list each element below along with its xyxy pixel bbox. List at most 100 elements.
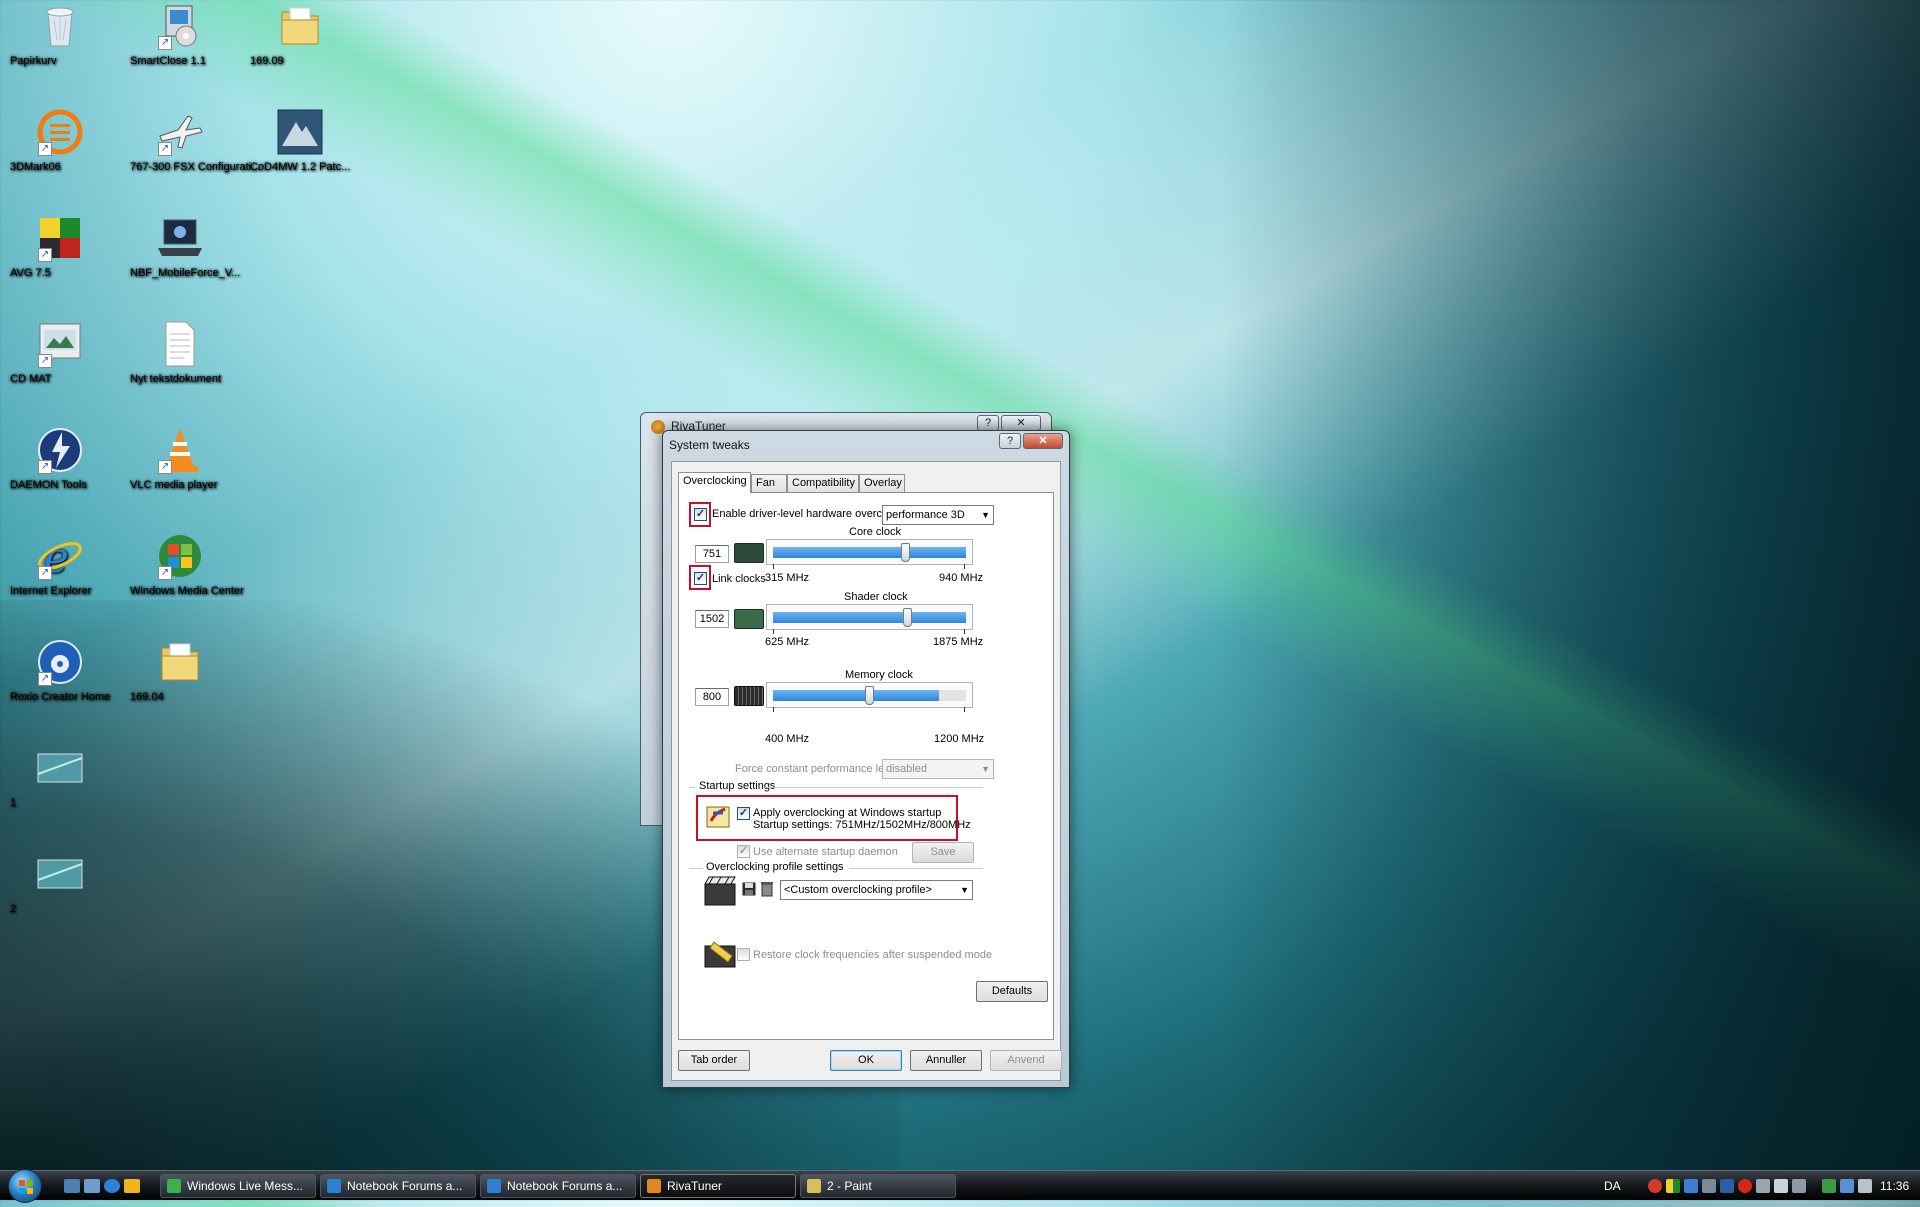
shader-clock-value[interactable]: 1502: [695, 610, 729, 628]
overclocking-panel: ✓ Enable driver-level hardware overclock…: [678, 492, 1054, 1040]
recycle-bin-icon: [36, 2, 84, 50]
core-clock-min: 315 MHz: [765, 572, 810, 584]
apply-button[interactable]: Anvend: [990, 1050, 1062, 1071]
taskbar-button-messenger[interactable]: Windows Live Mess...: [160, 1174, 316, 1198]
slider-tick: [773, 564, 774, 569]
desktop-icon-vlc[interactable]: ↗ VLC media player: [130, 426, 230, 491]
defaults-button[interactable]: Defaults: [976, 981, 1048, 1002]
switch-windows-icon[interactable]: [84, 1179, 100, 1193]
rivatuner-tray-icon[interactable]: [1738, 1179, 1752, 1193]
tab-compatibility[interactable]: Compatibility: [787, 474, 859, 492]
media-player-icon[interactable]: [124, 1179, 140, 1193]
performance-mode-select[interactable]: performance 3D ▼: [882, 505, 994, 525]
force-perf-label: Force constant performance level: [735, 763, 899, 775]
taskbar-button-rivatuner[interactable]: RivaTuner: [640, 1174, 796, 1198]
shader-clock-min: 625 MHz: [765, 636, 810, 648]
tray-app-icon[interactable]: [1774, 1179, 1788, 1193]
close-button[interactable]: ✕: [1001, 415, 1041, 431]
startup-section-title: Startup settings: [699, 780, 776, 792]
desktop-icon-767-config[interactable]: ↗ 767-300 FSX Configurati...: [130, 108, 260, 173]
tab-overclocking[interactable]: Overclocking: [678, 472, 751, 493]
vlc-icon: ↗: [156, 426, 204, 474]
desktop-icon-internet-explorer[interactable]: e ↗ Internet Explorer: [10, 532, 110, 597]
taskbar-button-browser-1[interactable]: Notebook Forums a...: [320, 1174, 476, 1198]
display-icon[interactable]: [1720, 1179, 1734, 1193]
alternate-daemon-checkbox[interactable]: ✓: [737, 845, 750, 858]
help-button[interactable]: ?: [999, 433, 1021, 449]
force-perf-select[interactable]: disabled ▼: [882, 759, 994, 779]
desktop-icon-smartclose[interactable]: ↗ SmartClose 1.1: [130, 2, 230, 67]
apply-at-startup-checkbox[interactable]: ✓: [737, 807, 750, 820]
tray-app-icon[interactable]: [1702, 1179, 1716, 1193]
restore-clocks-checkbox[interactable]: [737, 948, 750, 961]
memory-chip-icon: [734, 686, 764, 706]
safely-remove-icon[interactable]: [1756, 1179, 1770, 1193]
clock[interactable]: 11:36: [1880, 1179, 1909, 1193]
desktop-icon-avg[interactable]: ↗ AVG 7.5: [10, 214, 110, 279]
desktop-icon-label: AVG 7.5: [10, 267, 51, 279]
battery-icon[interactable]: [1822, 1179, 1836, 1193]
slider-tick: [773, 629, 774, 634]
memory-clock-value[interactable]: 800: [695, 688, 729, 706]
shader-clock-title: Shader clock: [844, 591, 908, 603]
security-alert-icon[interactable]: [1648, 1179, 1662, 1193]
slider-thumb[interactable]: [903, 608, 913, 627]
slider-thumb[interactable]: [901, 543, 911, 562]
slider-fill: [773, 612, 966, 623]
slider-tick: [964, 629, 965, 634]
desktop-icon-3dmark06[interactable]: ↗ 3DMark06: [10, 108, 110, 173]
desktop-icon-text-document[interactable]: Nyt tekstdokument: [130, 320, 230, 385]
clapperboard-icon: [704, 876, 736, 906]
core-clock-slider[interactable]: [766, 539, 973, 569]
desktop-icon-roxio[interactable]: ↗ Roxio Creator Home: [10, 638, 110, 703]
ok-button[interactable]: OK: [830, 1050, 902, 1071]
close-button[interactable]: ✕: [1023, 433, 1063, 449]
dialog-title: System tweaks: [669, 438, 750, 452]
delete-profile-icon[interactable]: [760, 881, 774, 897]
help-button[interactable]: ?: [977, 415, 999, 431]
show-desktop-icon[interactable]: [64, 1179, 80, 1193]
desktop-icon-label: Internet Explorer: [10, 585, 92, 597]
avg-tray-icon[interactable]: [1666, 1179, 1680, 1193]
restore-icon: [704, 940, 736, 968]
desktop-icon-media-center[interactable]: ↗ Windows Media Center: [130, 532, 244, 597]
desktop-icon-cod4-patch[interactable]: CoD4MW 1.2 Patc...: [250, 108, 350, 173]
paint-icon: [807, 1179, 821, 1193]
taskbar-button-label: 2 - Paint: [827, 1179, 872, 1193]
network-status-icon[interactable]: [1840, 1179, 1854, 1193]
tray-app-icon[interactable]: [1792, 1179, 1806, 1193]
tab-order-button[interactable]: Tab order: [678, 1050, 750, 1071]
desktop-icon-folder-16909[interactable]: 169.09: [250, 2, 350, 67]
airplane-icon: ↗: [156, 108, 204, 156]
shader-clock-slider[interactable]: [766, 604, 973, 634]
core-clock-title: Core clock: [849, 526, 901, 538]
internet-explorer-icon[interactable]: [104, 1179, 120, 1193]
save-profile-icon[interactable]: [742, 882, 756, 896]
slider-thumb[interactable]: [864, 686, 874, 705]
tab-fan[interactable]: Fan: [751, 474, 787, 492]
desktop-icon-image-2[interactable]: 2: [10, 850, 110, 915]
memory-clock-max: 1200 MHz: [934, 733, 985, 745]
system-tweaks-dialog[interactable]: System tweaks ? ✕ Overclocking Fan Compa…: [662, 430, 1070, 1088]
section-divider: [689, 787, 695, 788]
language-indicator[interactable]: DA: [1604, 1179, 1621, 1193]
volume-icon[interactable]: [1858, 1179, 1872, 1193]
network-icon[interactable]: [1684, 1179, 1698, 1193]
desktop-icon-daemon-tools[interactable]: ↗ DAEMON Tools: [10, 426, 110, 491]
desktop-icon-nbf-mobileforce[interactable]: NBF_MobileForce_V...: [130, 214, 240, 279]
taskbar-button-browser-2[interactable]: Notebook Forums a...: [480, 1174, 636, 1198]
desktop-icon-label: SmartClose 1.1: [130, 55, 206, 67]
tab-overlay[interactable]: Overlay: [859, 474, 905, 492]
desktop-icon-image-1[interactable]: 1: [10, 744, 110, 809]
cancel-button[interactable]: Annuller: [910, 1050, 982, 1071]
messenger-icon: [167, 1179, 181, 1193]
desktop-icon-recycle-bin[interactable]: Papirkurv: [10, 2, 110, 67]
memory-clock-slider[interactable]: [766, 682, 973, 712]
desktop-icon-cd-mat[interactable]: ↗ CD MAT: [10, 320, 110, 385]
taskbar-button-paint[interactable]: 2 - Paint: [800, 1174, 956, 1198]
save-button[interactable]: Save: [912, 842, 974, 863]
start-button[interactable]: [8, 1169, 42, 1203]
profile-select[interactable]: <Custom overclocking profile> ▼: [780, 880, 973, 900]
core-clock-value[interactable]: 751: [695, 545, 729, 563]
desktop-icon-folder-16904[interactable]: 169.04: [130, 638, 230, 703]
